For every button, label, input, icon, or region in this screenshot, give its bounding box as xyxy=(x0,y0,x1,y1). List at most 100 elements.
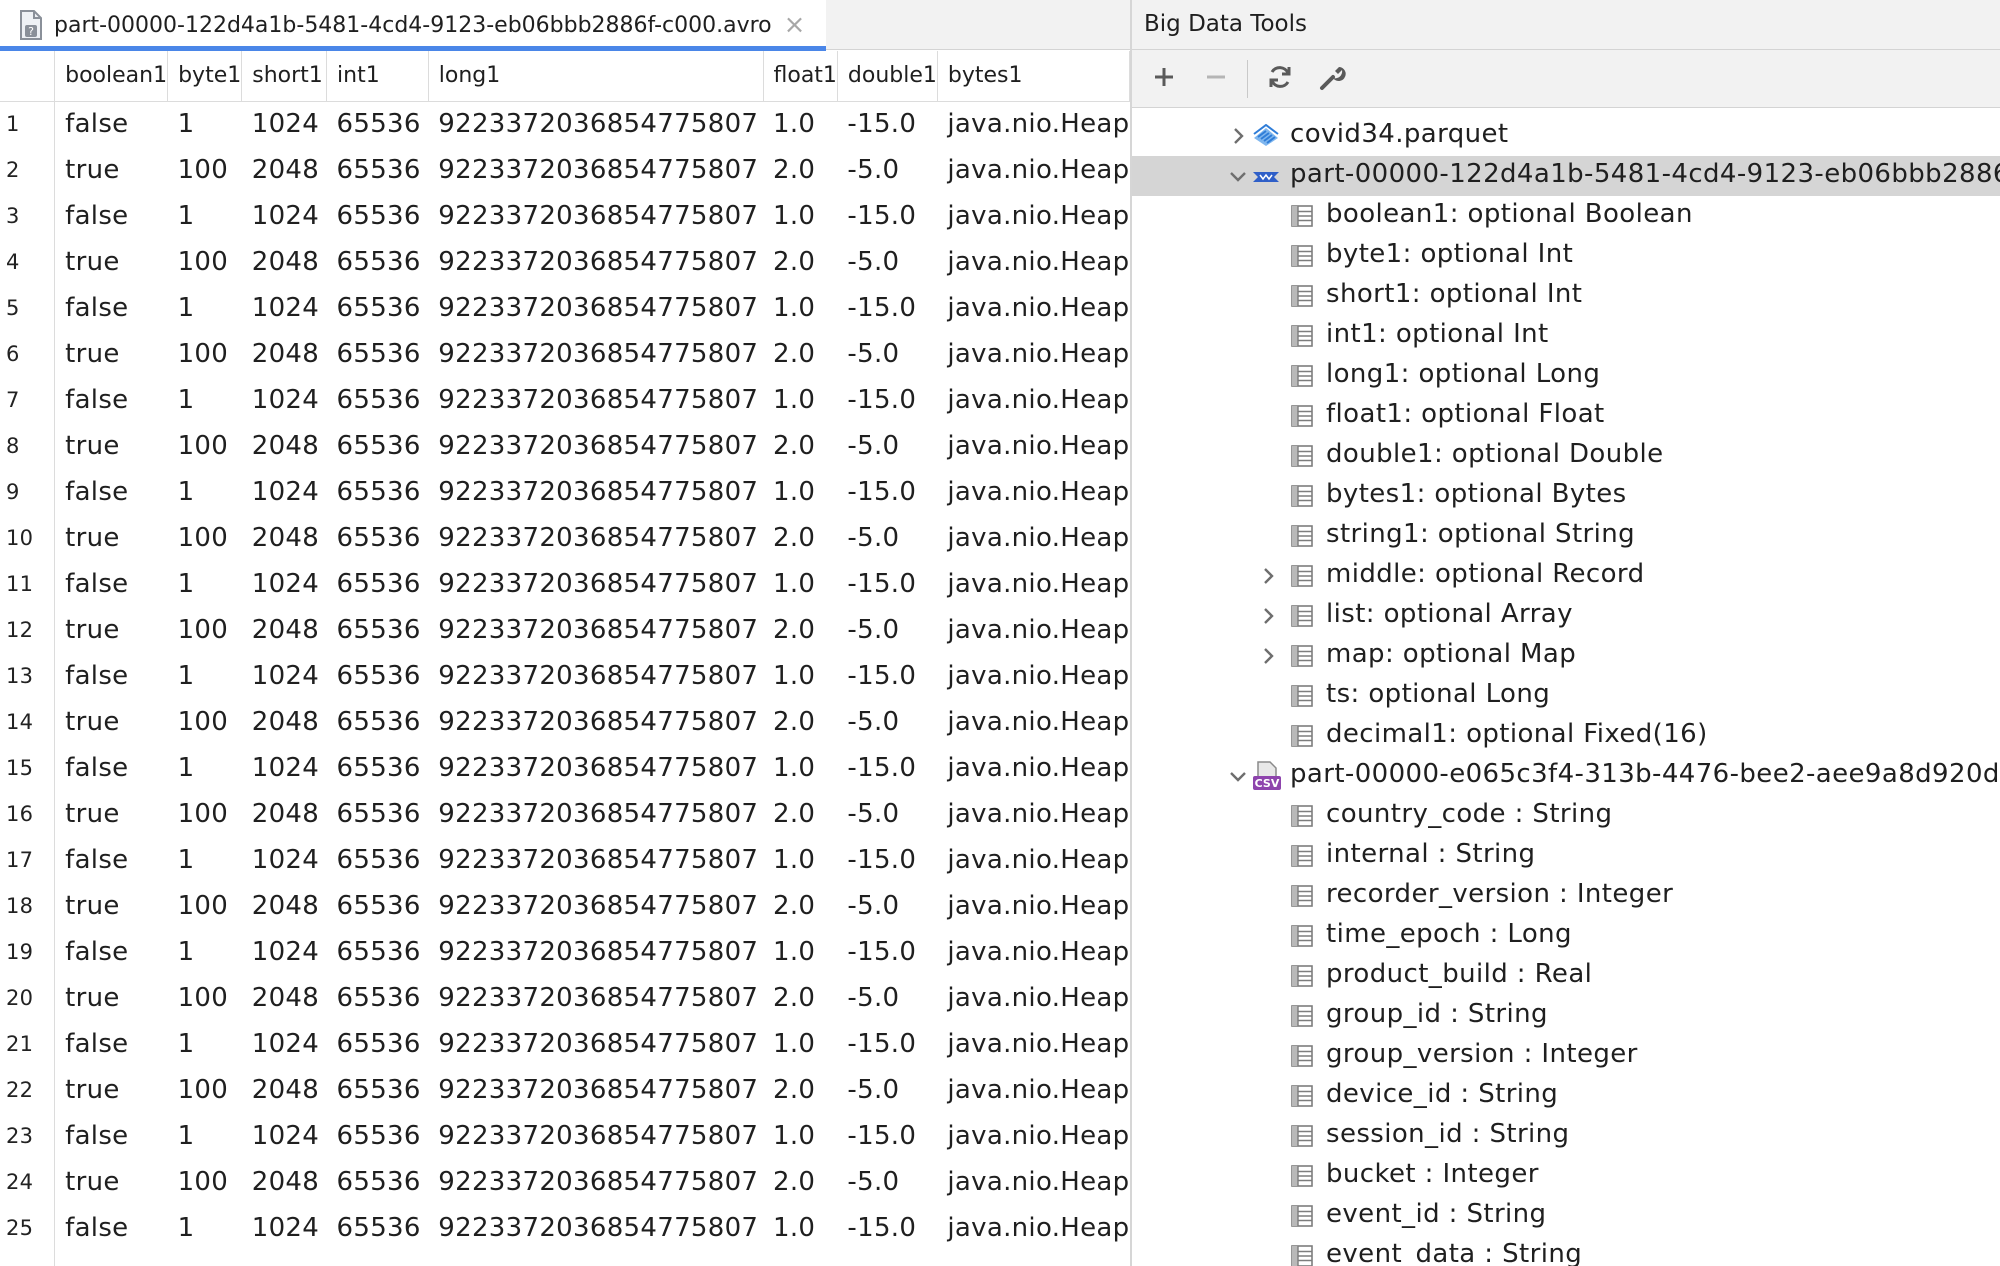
row-number: 5 xyxy=(0,285,56,331)
column-header[interactable]: int1 xyxy=(326,51,429,102)
table-row[interactable]: 3 false 1 1024 65536 9223372036854775807 1.0 -1… xyxy=(0,193,1130,239)
table-row[interactable]: 19 false 1 1024 65536 9223372036854775807 1.0 -… xyxy=(0,929,1130,975)
chevron-down-icon[interactable] xyxy=(1226,764,1250,788)
tree-field-node[interactable]: group_id : String xyxy=(1132,996,2000,1036)
tree-field-node[interactable]: short1: optional Int xyxy=(1132,276,2000,316)
table-row[interactable]: 9 false 1 1024 65536 9223372036854775807 1.0 -1… xyxy=(0,469,1130,515)
tree-field-node[interactable]: event_data : String xyxy=(1132,1236,2000,1266)
table-cell: java.nio.Heap xyxy=(947,385,1130,415)
table-row[interactable]: 25 false 1 1024 65536 9223372036854775807 1.0 -… xyxy=(0,1205,1130,1251)
table-cell: -15.0 xyxy=(847,1029,917,1059)
column-header[interactable]: byte1 xyxy=(167,51,243,102)
table-row[interactable]: 12 true 100 2048 65536 9223372036854775807 2.0… xyxy=(0,607,1130,653)
table-cell xyxy=(242,1251,327,1266)
column-icon xyxy=(1290,524,1314,548)
table-cell: 9223372036854775807 xyxy=(438,155,759,185)
table-cell: 65536 xyxy=(336,983,421,1013)
table-row[interactable]: 11 false 1 1024 65536 9223372036854775807 1.0 -… xyxy=(0,561,1130,607)
tree-field-node[interactable]: ts: optional Long xyxy=(1132,676,2000,716)
tree-file-node[interactable]: part-00000-122d4a1b-5481-4cd4-9123-eb06b… xyxy=(1132,156,2000,196)
tree-field-node[interactable]: country_code : String xyxy=(1132,796,2000,836)
tree-file-node[interactable]: CSV part-00000-e065c3f4-313b-4476-bee2-ae… xyxy=(1132,756,2000,796)
table-row[interactable]: 8 true 100 2048 65536 9223372036854775807 2.0 -… xyxy=(0,423,1130,469)
tree-field-node[interactable]: session_id : String xyxy=(1132,1116,2000,1156)
table-cell: 1024 xyxy=(251,845,320,875)
tree-field-node[interactable]: decimal1: optional Fixed(16) xyxy=(1132,716,2000,756)
column-header[interactable]: bytes1 xyxy=(937,51,1130,102)
tree-field-node[interactable]: time_epoch : Long xyxy=(1132,916,2000,956)
column-icon xyxy=(1290,1244,1314,1266)
table-cell: 2.0 xyxy=(773,983,816,1013)
tree-field-node[interactable]: middle: optional Record xyxy=(1132,556,2000,596)
close-icon[interactable]: × xyxy=(784,12,806,38)
table-row[interactable]: 1 false 1 1024 65536 9223372036854775807 1.0 -1… xyxy=(0,101,1130,147)
table-cell: -15.0 xyxy=(847,201,917,231)
tree-field-node[interactable]: long1: optional Long xyxy=(1132,356,2000,396)
table-cell: -5.0 xyxy=(847,983,900,1013)
table-row[interactable]: 13 false 1 1024 65536 9223372036854775807 1.0 -… xyxy=(0,653,1130,699)
tree-field-node[interactable]: device_id : String xyxy=(1132,1076,2000,1116)
table-cell: 1 xyxy=(177,937,195,967)
tree-field-node[interactable]: group_version : Integer xyxy=(1132,1036,2000,1076)
tree-field-node[interactable]: event_id : String xyxy=(1132,1196,2000,1236)
editor-tab[interactable]: ? part-00000-122d4a1b-5481-4cd4-9123-eb0… xyxy=(0,0,826,51)
row-number: 6 xyxy=(0,331,56,377)
table-row[interactable]: 23 false 1 1024 65536 9223372036854775807 1.0 -… xyxy=(0,1113,1130,1159)
table-row[interactable]: 17 false 1 1024 65536 9223372036854775807 1.0 -… xyxy=(0,837,1130,883)
table-row[interactable]: 20 true 100 2048 65536 9223372036854775807 2.0… xyxy=(0,975,1130,1021)
column-header[interactable]: float1 xyxy=(763,51,838,102)
remove-button[interactable] xyxy=(1196,59,1236,99)
settings-button[interactable] xyxy=(1312,59,1352,99)
table-cell: 1.0 xyxy=(773,937,816,967)
table-row[interactable]: 24 true 100 2048 65536 9223372036854775807 2.0… xyxy=(0,1159,1130,1205)
table-cell: java.nio.Heap xyxy=(947,799,1130,829)
tree-field-node[interactable]: recorder_version : Integer xyxy=(1132,876,2000,916)
column-header[interactable]: boolean1 xyxy=(54,51,169,102)
table-cell: -15.0 xyxy=(847,1121,917,1151)
chevron-right-icon[interactable] xyxy=(1256,644,1280,668)
table-cell: java.nio.Heap xyxy=(947,753,1130,783)
table-cell: 65536 xyxy=(336,247,421,277)
table-cell: 9223372036854775807 xyxy=(438,1121,759,1151)
chevron-right-icon[interactable] xyxy=(1256,564,1280,588)
tree-field-node[interactable]: float1: optional Float xyxy=(1132,396,2000,436)
tree-field-node[interactable]: bytes1: optional Bytes xyxy=(1132,476,2000,516)
column-header[interactable]: long1 xyxy=(428,51,764,102)
tree-field-node[interactable]: boolean1: optional Boolean xyxy=(1132,196,2000,236)
row-number: 11 xyxy=(0,561,56,607)
table-cell: -5.0 xyxy=(847,615,900,645)
tree-node-label: internal : String xyxy=(1326,839,1536,869)
table-row[interactable]: 18 true 100 2048 65536 9223372036854775807 2.0… xyxy=(0,883,1130,929)
tree-field-node[interactable]: byte1: optional Int xyxy=(1132,236,2000,276)
table-row[interactable]: 15 false 1 1024 65536 9223372036854775807 1.0 -… xyxy=(0,745,1130,791)
tree-field-node[interactable]: double1: optional Double xyxy=(1132,436,2000,476)
table-row[interactable]: 2 true 100 2048 65536 9223372036854775807 2.0 -… xyxy=(0,147,1130,193)
table-cell: 1 xyxy=(177,109,195,140)
tree-field-node[interactable]: internal : String xyxy=(1132,836,2000,876)
column-header[interactable]: short1 xyxy=(241,51,328,102)
table-cell xyxy=(937,1251,1129,1266)
tree-field-node[interactable]: bucket : Integer xyxy=(1132,1156,2000,1196)
table-row[interactable]: 21 false 1 1024 65536 9223372036854775807 1.0 -… xyxy=(0,1021,1130,1067)
table-cell: 100 xyxy=(177,1167,229,1197)
tree-file-node[interactable]: covid34.parquet xyxy=(1132,116,2000,156)
tree-field-node[interactable]: string1: optional String xyxy=(1132,516,2000,556)
table-row[interactable]: 7 false 1 1024 65536 9223372036854775807 1.0 -1… xyxy=(0,377,1130,423)
add-button[interactable] xyxy=(1144,59,1184,99)
table-row[interactable]: 14 true 100 2048 65536 9223372036854775807 2.0… xyxy=(0,699,1130,745)
chevron-down-icon[interactable] xyxy=(1226,164,1250,188)
table-row[interactable]: 5 false 1 1024 65536 9223372036854775807 1.0 -1… xyxy=(0,285,1130,331)
tree-field-node[interactable]: int1: optional Int xyxy=(1132,316,2000,356)
tree-field-node[interactable]: list: optional Array xyxy=(1132,596,2000,636)
chevron-right-icon[interactable] xyxy=(1256,604,1280,628)
table-row[interactable]: 22 true 100 2048 65536 9223372036854775807 2.0… xyxy=(0,1067,1130,1113)
chevron-right-icon[interactable] xyxy=(1226,124,1250,148)
tree-field-node[interactable]: product_build : Real xyxy=(1132,956,2000,996)
table-row[interactable]: 16 true 100 2048 65536 9223372036854775807 2.0… xyxy=(0,791,1130,837)
table-row[interactable]: 10 true 100 2048 65536 9223372036854775807 2.0… xyxy=(0,515,1130,561)
table-row[interactable]: 4 true 100 2048 65536 9223372036854775807 2.0 -… xyxy=(0,239,1130,285)
column-header[interactable]: double1 xyxy=(837,51,938,102)
refresh-button[interactable] xyxy=(1260,59,1300,99)
table-row[interactable]: 6 true 100 2048 65536 9223372036854775807 2.0 -… xyxy=(0,331,1130,377)
tree-field-node[interactable]: map: optional Map xyxy=(1132,636,2000,676)
